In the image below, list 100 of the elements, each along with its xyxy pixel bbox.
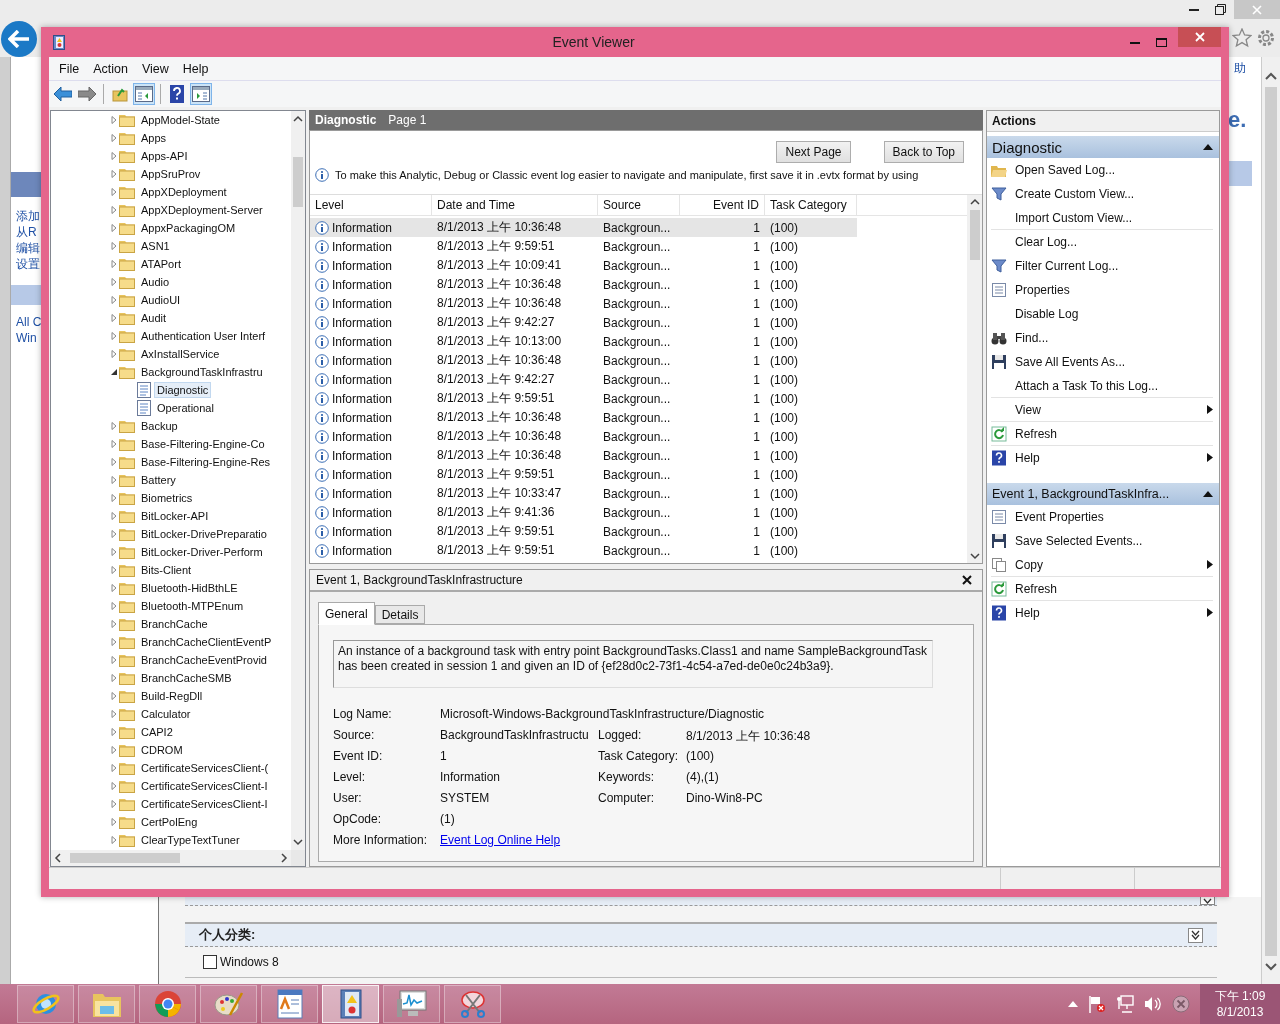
tree-item[interactable]: Base-Filtering-Engine-Co (138, 436, 268, 452)
tree-item[interactable]: Bluetooth-HidBthLE (138, 580, 241, 596)
column-header[interactable]: Source (598, 195, 680, 215)
scroll-down-icon[interactable] (293, 838, 303, 846)
checkbox[interactable] (203, 955, 217, 969)
task-link[interactable]: Import Custom View... (1015, 210, 1213, 225)
tree-item[interactable]: BranchCacheEventProvid (138, 652, 270, 668)
tree-item[interactable]: CertificateServicesClient-I (138, 796, 271, 812)
menu-item[interactable]: File (52, 59, 87, 78)
table-row[interactable]: Information (310, 370, 432, 389)
sidebar-link[interactable]: Win (16, 330, 37, 346)
tree-item[interactable]: CAPI2 (138, 724, 176, 740)
tree-item[interactable]: Backup (138, 418, 181, 434)
tree-item[interactable]: AppXDeployment (138, 184, 230, 200)
table-row[interactable]: Information (310, 408, 432, 427)
task-link[interactable]: Properties (1015, 282, 1213, 297)
scroll-right-icon[interactable] (280, 853, 288, 863)
table-row[interactable]: Information (310, 275, 432, 294)
tree-item[interactable]: Bluetooth-MTPEnum (138, 598, 247, 614)
expand-button[interactable] (1200, 897, 1215, 905)
task-link[interactable]: Find... (1015, 330, 1213, 345)
column-header[interactable]: Date and Time (432, 195, 598, 215)
tree-item[interactable]: AppModel-State (138, 112, 223, 128)
tree-item[interactable]: AppSruProv (138, 166, 204, 182)
scrollbar-thumb[interactable] (969, 210, 980, 260)
scrollbar-thumb[interactable] (1265, 87, 1277, 956)
scroll-up-icon[interactable] (293, 115, 303, 123)
table-row[interactable]: Information (310, 427, 432, 446)
sidebar-link[interactable]: 设置 (16, 256, 40, 272)
tab[interactable]: Details (374, 605, 426, 624)
taskbar-app-button[interactable] (322, 985, 379, 1023)
task-link[interactable]: Open Saved Log... (1015, 162, 1213, 177)
task-link[interactable]: Event Properties (1015, 509, 1213, 524)
taskbar-app-button[interactable] (17, 985, 74, 1023)
sidebar-link[interactable]: All C (16, 314, 42, 330)
column-header[interactable]: Task Category (765, 195, 857, 215)
tree-item[interactable]: BranchCache (138, 616, 211, 632)
table-row[interactable]: Information (310, 522, 432, 541)
task-link[interactable]: Create Custom View... (1015, 186, 1213, 201)
tree-item[interactable]: Calculator (138, 706, 194, 722)
clock[interactable]: 下午 1:09 8/1/2013 (1200, 984, 1280, 1024)
menu-item[interactable]: Help (175, 59, 216, 78)
tree-item[interactable]: ClearTypeTextTuner (138, 832, 243, 848)
table-row[interactable]: Information (310, 446, 432, 465)
star-icon[interactable] (1232, 28, 1252, 48)
task-link[interactable]: Clear Log... (1015, 234, 1213, 249)
tree-item[interactable]: Bits-Client (138, 562, 195, 578)
back-button[interactable] (1, 21, 37, 57)
task-link[interactable]: Filter Current Log... (1015, 258, 1213, 273)
sidebar-link[interactable]: 添加 (16, 208, 40, 224)
tree-item[interactable]: AxInstallService (138, 346, 223, 362)
expander-icon[interactable] (109, 367, 119, 377)
tree-item[interactable]: BranchCacheSMB (138, 670, 235, 686)
sidebar-link[interactable]: 编辑 (16, 240, 40, 256)
tree-item[interactable]: Authentication User Interf (138, 328, 269, 344)
tree-item[interactable]: Base-Filtering-Engine-Res (138, 454, 273, 470)
tree-item[interactable]: Battery (138, 472, 179, 488)
scroll-down-icon[interactable] (1265, 962, 1277, 972)
table-row[interactable]: Information (310, 313, 432, 332)
tree-item[interactable]: Apps (138, 130, 170, 146)
tree-item[interactable]: BackgroundTaskInfrastru (138, 364, 266, 380)
tree-item[interactable]: BitLocker-API (138, 508, 212, 524)
scroll-up-icon[interactable] (969, 198, 980, 206)
table-row[interactable]: Information (310, 351, 432, 370)
tree-item[interactable]: Build-RegDll (138, 688, 206, 704)
expand-button[interactable] (1188, 927, 1203, 943)
task-link[interactable]: View (1015, 402, 1207, 417)
close-button[interactable] (962, 575, 972, 585)
scrollbar[interactable] (1261, 57, 1280, 984)
show-hidden-icons-icon[interactable] (1068, 1001, 1078, 1007)
tree-item[interactable]: Audio (138, 274, 173, 290)
tree-item[interactable]: ATAPort (138, 256, 184, 272)
task-link[interactable]: Copy (1015, 557, 1207, 572)
task-link[interactable]: Attach a Task To this Log... (1015, 378, 1213, 393)
taskbar-app-button[interactable] (200, 985, 257, 1023)
tree-item[interactable]: Operational (154, 400, 217, 416)
column-header[interactable]: Event ID (680, 195, 765, 215)
tree-item[interactable]: ASN1 (138, 238, 173, 254)
task-link[interactable]: Disable Log (1015, 306, 1213, 321)
taskbar-app-button[interactable] (383, 985, 440, 1023)
scroll-down-icon[interactable] (969, 552, 980, 560)
scrollbar[interactable] (51, 850, 291, 866)
table-row[interactable]: Information (310, 218, 432, 237)
menu-item[interactable]: View (134, 59, 176, 78)
tree-item[interactable]: CertPolEng (138, 814, 201, 830)
table-row[interactable]: Information (310, 541, 432, 560)
table-row[interactable]: Information (310, 389, 432, 408)
tree-item[interactable]: Diagnostic (154, 382, 212, 398)
tree-item[interactable]: Audit (138, 310, 170, 326)
help-link[interactable]: Event Log Online Help (440, 833, 561, 854)
section-header[interactable]: Diagnostic (987, 136, 1219, 158)
tree-item[interactable]: AppxPackagingOM (138, 220, 239, 236)
settings-icon[interactable] (1256, 28, 1276, 48)
tree-item[interactable]: AppXDeployment-Server (138, 202, 266, 218)
task-link[interactable]: Refresh (1015, 426, 1213, 441)
table-row[interactable]: Information (310, 237, 432, 256)
scroll-left-icon[interactable] (54, 853, 62, 863)
table-row[interactable]: Information (310, 484, 432, 503)
table-row[interactable]: Information (310, 256, 432, 275)
table-row[interactable]: Information (310, 332, 432, 351)
